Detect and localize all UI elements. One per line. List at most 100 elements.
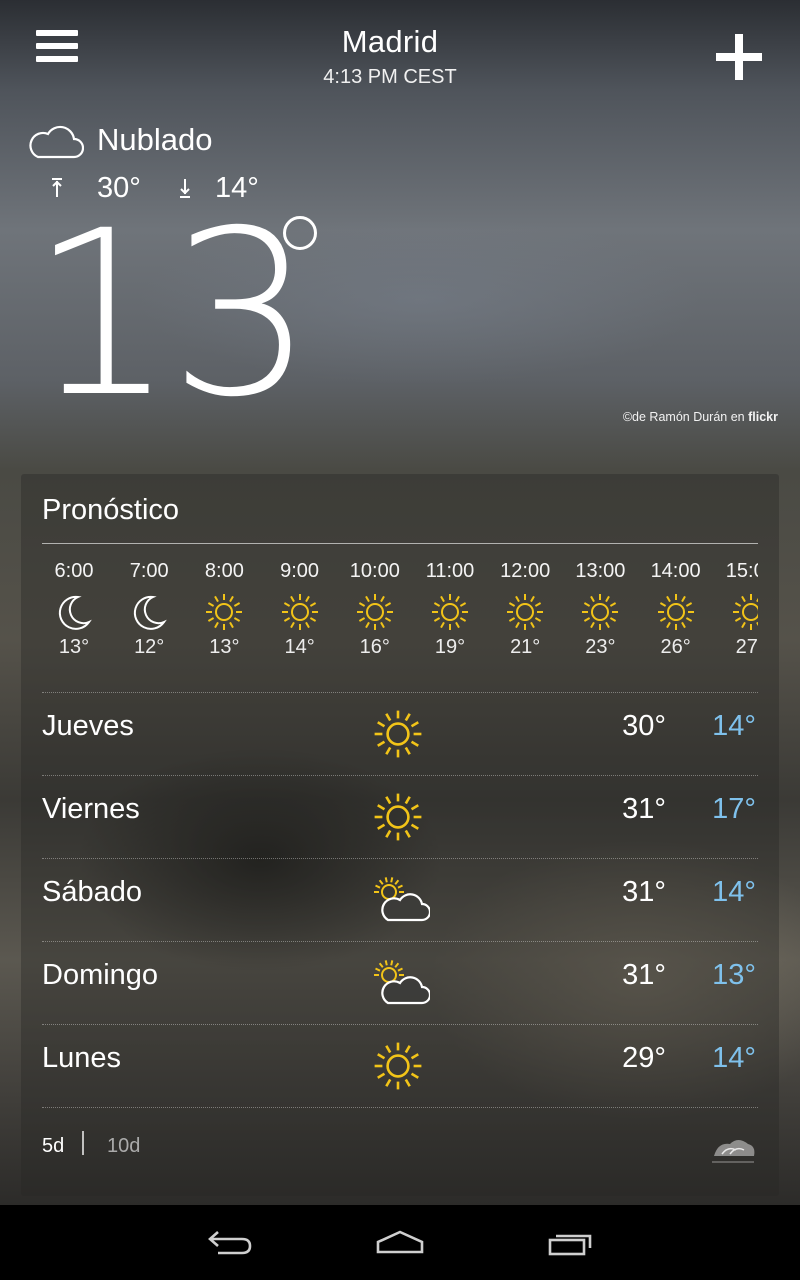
hour-temp: 21° bbox=[510, 636, 541, 658]
hour-time: 6:00 bbox=[54, 560, 94, 582]
daily-row[interactable]: Sábado 31° 14° bbox=[42, 858, 758, 941]
day-high: 31° bbox=[622, 876, 666, 908]
sun-icon bbox=[281, 594, 318, 630]
hourly-item: 7:00 12° bbox=[113, 556, 185, 659]
sun-icon bbox=[356, 594, 393, 630]
hourly-item: 9:00 14° bbox=[264, 556, 336, 659]
hour-icon bbox=[355, 592, 395, 632]
hour-icon bbox=[129, 592, 169, 632]
toggle-10-day[interactable]: 10d bbox=[107, 1135, 140, 1158]
copyright-icon: © bbox=[622, 410, 633, 424]
hourly-item: 14:00 26° bbox=[640, 556, 712, 659]
hourly-forecast[interactable]: 6:00 13° 7:00 12° 8:00 13° 9:00 14° 10:00 16° 11:0… bbox=[42, 556, 758, 676]
hour-time: 11:00 bbox=[425, 560, 475, 582]
moon-icon bbox=[134, 595, 168, 630]
hour-temp: 14° bbox=[284, 636, 315, 658]
hour-temp: 26° bbox=[660, 636, 691, 658]
day-icon bbox=[372, 791, 430, 843]
hour-icon bbox=[54, 592, 94, 632]
local-time: 4:13 PM CEST bbox=[323, 66, 457, 88]
hourly-item: 6:00 13° bbox=[42, 556, 110, 659]
toggle-5-day[interactable]: 5d bbox=[42, 1135, 64, 1158]
hourly-item: 8:00 13° bbox=[188, 556, 260, 659]
divider bbox=[42, 543, 758, 544]
day-icon bbox=[372, 874, 432, 926]
partly-cloudy-icon bbox=[374, 877, 432, 922]
add-location-button[interactable] bbox=[716, 34, 762, 80]
hourly-item: 13:00 23° bbox=[564, 556, 636, 659]
sun-icon bbox=[732, 594, 758, 630]
day-high: 31° bbox=[622, 793, 666, 825]
hour-icon bbox=[580, 592, 620, 632]
day-name: Lunes bbox=[42, 1042, 122, 1074]
hour-icon bbox=[204, 592, 244, 632]
sun-icon bbox=[582, 594, 619, 630]
day-icon bbox=[372, 1040, 430, 1092]
partly-cloudy-icon bbox=[374, 960, 432, 1005]
hour-time: 13:00 bbox=[575, 560, 626, 582]
day-high: 29° bbox=[622, 1042, 666, 1074]
day-name: Sábado bbox=[42, 876, 142, 908]
flickr-logo: flickr bbox=[748, 410, 778, 424]
day-name: Domingo bbox=[42, 959, 159, 991]
daily-row[interactable]: Jueves 30° 14° bbox=[42, 692, 758, 775]
hour-time: 15:00 bbox=[725, 560, 758, 582]
hour-icon bbox=[731, 592, 758, 632]
hour-icon bbox=[656, 592, 696, 632]
sun-icon bbox=[374, 793, 422, 841]
wunderground-logo[interactable] bbox=[708, 1134, 758, 1166]
hourly-item: 11:00 19° bbox=[414, 556, 486, 659]
hourly-item: 12:00 21° bbox=[489, 556, 561, 659]
daily-row[interactable]: Viernes 31° 17° bbox=[42, 775, 758, 858]
degree-symbol bbox=[283, 216, 317, 250]
row-divider bbox=[42, 1107, 758, 1108]
sun-icon bbox=[657, 594, 694, 630]
day-low: 13° bbox=[712, 959, 756, 991]
hour-temp: 19° bbox=[434, 636, 466, 658]
hour-icon bbox=[430, 592, 470, 632]
current-temperature: 13 bbox=[30, 181, 314, 447]
day-low: 14° bbox=[712, 710, 756, 742]
sun-icon bbox=[432, 594, 468, 630]
day-high: 30° bbox=[622, 710, 666, 742]
toggle-separator bbox=[82, 1131, 84, 1155]
hour-temp: 23° bbox=[585, 636, 616, 658]
hour-time: 14:00 bbox=[650, 560, 701, 582]
hour-time: 8:00 bbox=[204, 560, 244, 582]
moon-icon bbox=[58, 595, 92, 630]
hour-icon bbox=[505, 592, 545, 632]
condition-text: Nublado bbox=[97, 122, 213, 157]
back-icon[interactable] bbox=[200, 1222, 260, 1262]
hourly-item: 15:00 27° bbox=[715, 556, 758, 659]
day-icon bbox=[372, 957, 432, 1009]
credit-text: de Ramón Durán en bbox=[632, 410, 745, 424]
day-low: 14° bbox=[712, 1042, 756, 1074]
day-name: Viernes bbox=[42, 793, 140, 825]
recents-icon[interactable] bbox=[540, 1222, 600, 1262]
hour-temp: 12° bbox=[134, 636, 165, 658]
city-name[interactable]: Madrid bbox=[250, 24, 530, 60]
hour-time: 7:00 bbox=[129, 560, 169, 582]
sun-icon bbox=[374, 1042, 422, 1090]
hour-time: 9:00 bbox=[280, 560, 320, 582]
home-icon[interactable] bbox=[370, 1222, 430, 1262]
forecast-title: Pronóstico bbox=[42, 494, 180, 526]
photo-credit[interactable]: ©de Ramón Durán en flickr bbox=[560, 410, 778, 424]
menu-icon[interactable] bbox=[36, 30, 78, 66]
hour-temp: 13° bbox=[209, 636, 240, 658]
day-icon bbox=[372, 708, 430, 760]
daily-row[interactable]: Lunes 29° 14° bbox=[42, 1024, 758, 1107]
day-high: 31° bbox=[622, 959, 666, 991]
sun-icon bbox=[374, 710, 422, 758]
sun-icon bbox=[206, 594, 243, 630]
hour-time: 10:00 bbox=[349, 560, 400, 582]
day-name: Jueves bbox=[42, 710, 134, 742]
hour-temp: 27° bbox=[735, 636, 758, 658]
day-low: 17° bbox=[712, 793, 756, 825]
day-low: 14° bbox=[712, 876, 756, 908]
hour-icon bbox=[280, 592, 320, 632]
cloud-icon bbox=[29, 125, 84, 159]
sun-icon bbox=[507, 594, 544, 630]
hour-temp: 13° bbox=[58, 636, 90, 658]
daily-row[interactable]: Domingo 31° 13° bbox=[42, 941, 758, 1024]
